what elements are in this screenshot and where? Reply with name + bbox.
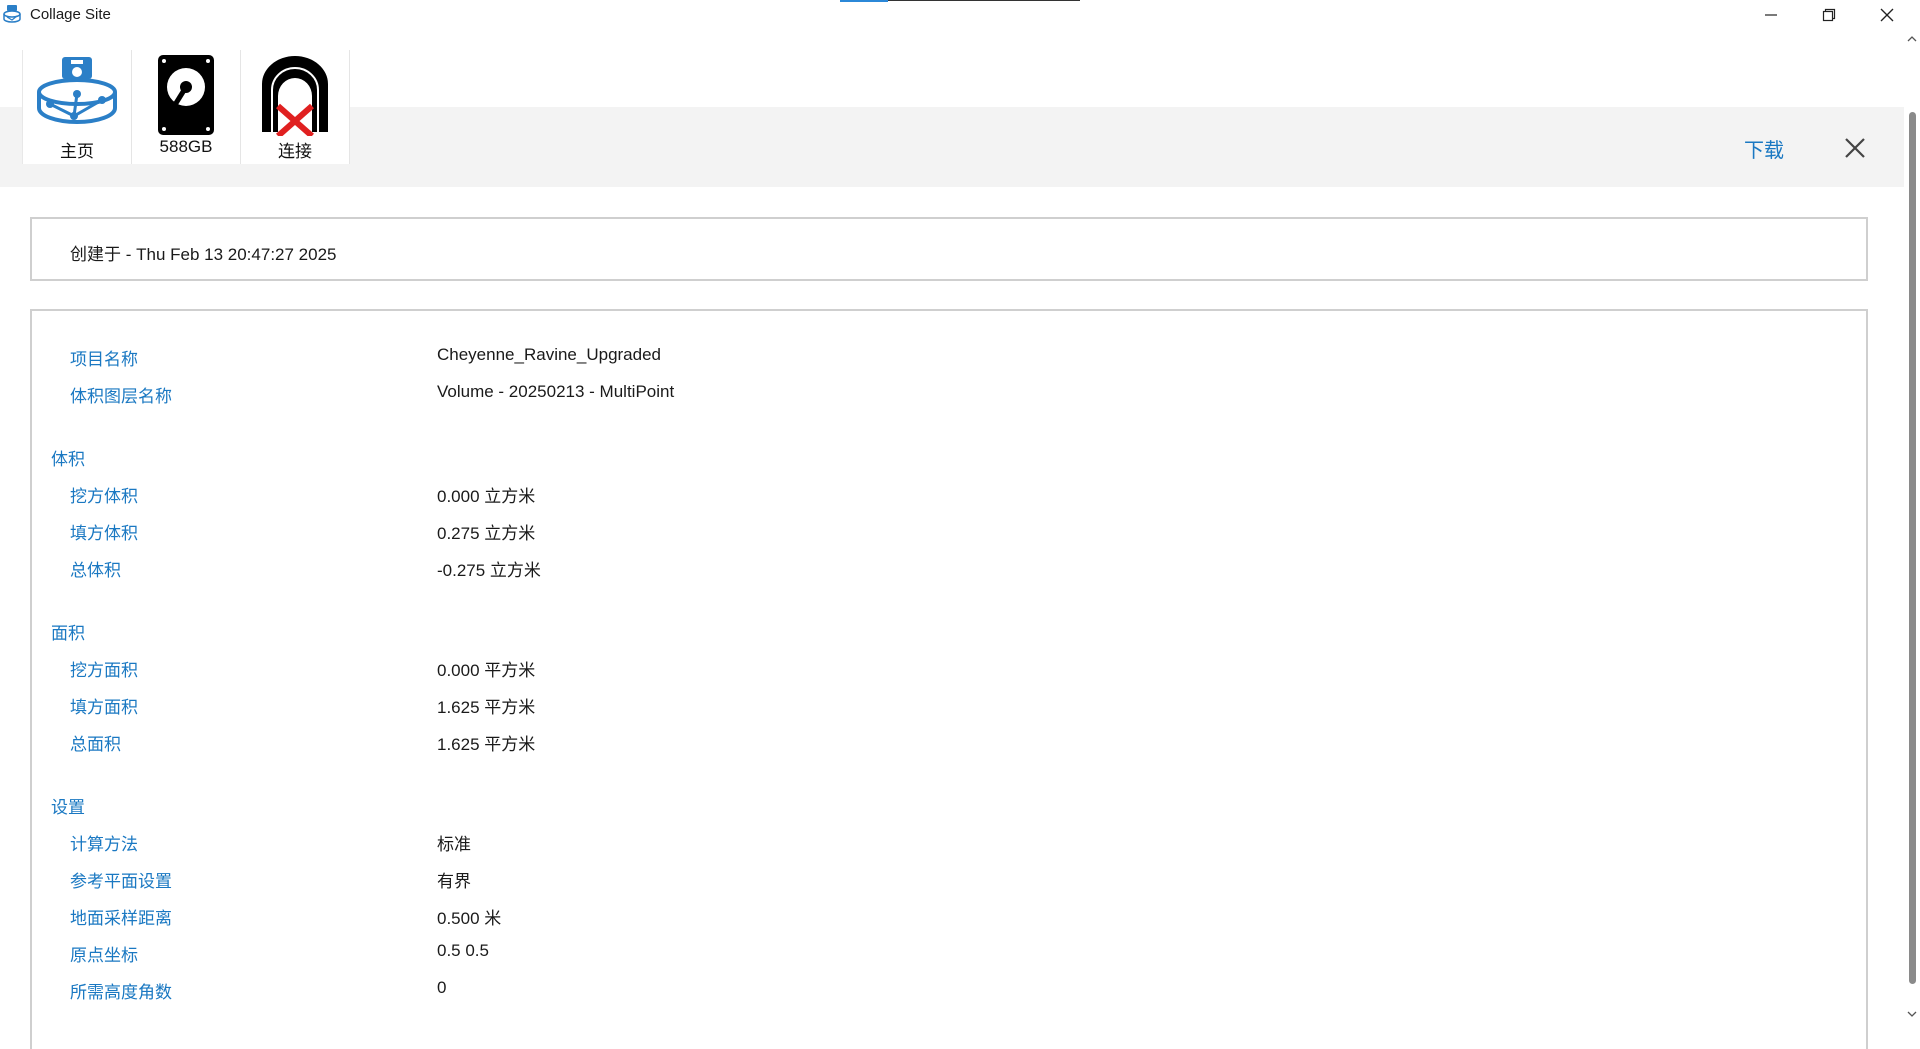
total-area-label: 总面积	[70, 735, 121, 754]
fill-area-value: 1.625 平方米	[437, 698, 536, 717]
connect-button[interactable]: 连接	[241, 50, 350, 164]
elevation-angles-value: 0	[437, 978, 447, 997]
elevation-angles-row: 所需高度角数 0	[32, 978, 1832, 1004]
created-info-box: 创建于 - Thu Feb 13 20:47:27 2025	[30, 217, 1868, 281]
home-label: 主页	[60, 142, 94, 161]
close-icon[interactable]	[1842, 135, 1868, 161]
restore-icon	[1822, 8, 1836, 22]
title-accent-bar	[840, 0, 888, 2]
origin-label: 原点坐标	[70, 946, 138, 965]
created-timestamp: 创建于 - Thu Feb 13 20:47:27 2025	[70, 245, 337, 264]
fill-volume-label: 填方体积	[70, 524, 138, 543]
title-accent-line	[888, 0, 1080, 1]
cut-volume-label: 挖方体积	[70, 487, 138, 506]
total-area-value: 1.625 平方米	[437, 735, 536, 754]
scroll-down-arrow-icon[interactable]	[1907, 1009, 1917, 1019]
project-name-value: Cheyenne_Ravine_Upgraded	[437, 345, 661, 364]
calc-method-row: 计算方法 标准	[32, 830, 1832, 856]
calc-method-value: 标准	[437, 835, 471, 854]
project-name-label: 项目名称	[70, 350, 138, 369]
cut-volume-row: 挖方体积 0.000 立方米	[32, 482, 1832, 508]
fill-volume-value: 0.275 立方米	[437, 524, 536, 543]
volume-layer-name-row: 体积图层名称 Volume - 20250213 - MultiPoint	[32, 382, 1832, 408]
cut-area-row: 挖方面积 0.000 平方米	[32, 656, 1832, 682]
scrollbar-thumb[interactable]	[1909, 112, 1916, 984]
reference-plane-value: 有界	[437, 872, 471, 891]
vertical-scrollbar[interactable]	[1904, 30, 1920, 1023]
settings-section-title: 设置	[51, 798, 85, 817]
home-button[interactable]: 主页	[23, 50, 132, 164]
calc-method-label: 计算方法	[70, 835, 138, 854]
elevation-angles-label: 所需高度角数	[70, 983, 172, 1002]
gsd-row: 地面采样距离 0.500 米	[32, 904, 1832, 930]
cut-volume-value: 0.000 立方米	[437, 487, 536, 506]
volume-layer-name-label: 体积图层名称	[70, 387, 172, 406]
cut-area-value: 0.000 平方米	[437, 661, 536, 680]
area-section-title: 面积	[51, 624, 85, 643]
window-title: Collage Site	[30, 6, 111, 23]
report-details: 项目名称 Cheyenne_Ravine_Upgraded 体积图层名称 Vol…	[30, 309, 1868, 1049]
volume-section-title: 体积	[51, 450, 85, 469]
storage-button[interactable]: 588GB	[132, 50, 241, 164]
storage-label: 588GB	[159, 137, 213, 156]
close-icon	[1880, 8, 1894, 22]
title-bar: Collage Site	[0, 0, 1920, 30]
fill-area-label: 填方面积	[70, 698, 138, 717]
cut-area-label: 挖方面积	[70, 661, 138, 680]
minimize-button[interactable]	[1742, 0, 1800, 30]
restore-button[interactable]	[1800, 0, 1858, 30]
gsd-value: 0.500 米	[437, 909, 502, 928]
download-link[interactable]: 下载	[1744, 134, 1784, 163]
reference-plane-row: 参考平面设置 有界	[32, 867, 1832, 893]
reference-plane-label: 参考平面设置	[70, 872, 172, 891]
total-volume-value: -0.275 立方米	[437, 561, 541, 580]
connect-label: 连接	[278, 142, 312, 161]
scanner-disconnected-icon	[262, 56, 328, 136]
site-globe-icon	[3, 5, 21, 23]
origin-value: 0.5 0.5	[437, 941, 489, 960]
fill-area-row: 填方面积 1.625 平方米	[32, 693, 1832, 719]
total-area-row: 总面积 1.625 平方米	[32, 730, 1832, 756]
fill-volume-row: 填方体积 0.275 立方米	[32, 519, 1832, 545]
total-volume-label: 总体积	[70, 561, 121, 580]
scroll-up-arrow-icon[interactable]	[1907, 34, 1917, 44]
gsd-label: 地面采样距离	[70, 909, 172, 928]
home-site-icon	[37, 57, 117, 124]
origin-row: 原点坐标 0.5 0.5	[32, 941, 1832, 967]
total-volume-row: 总体积 -0.275 立方米	[32, 556, 1832, 582]
toolbar: 主页 588GB 连接	[22, 50, 350, 164]
minimize-icon	[1765, 14, 1777, 16]
volume-layer-name-value: Volume - 20250213 - MultiPoint	[437, 382, 675, 401]
close-window-button[interactable]	[1858, 0, 1916, 30]
hard-drive-icon	[158, 55, 214, 135]
project-name-row: 项目名称 Cheyenne_Ravine_Upgraded	[32, 345, 1832, 371]
